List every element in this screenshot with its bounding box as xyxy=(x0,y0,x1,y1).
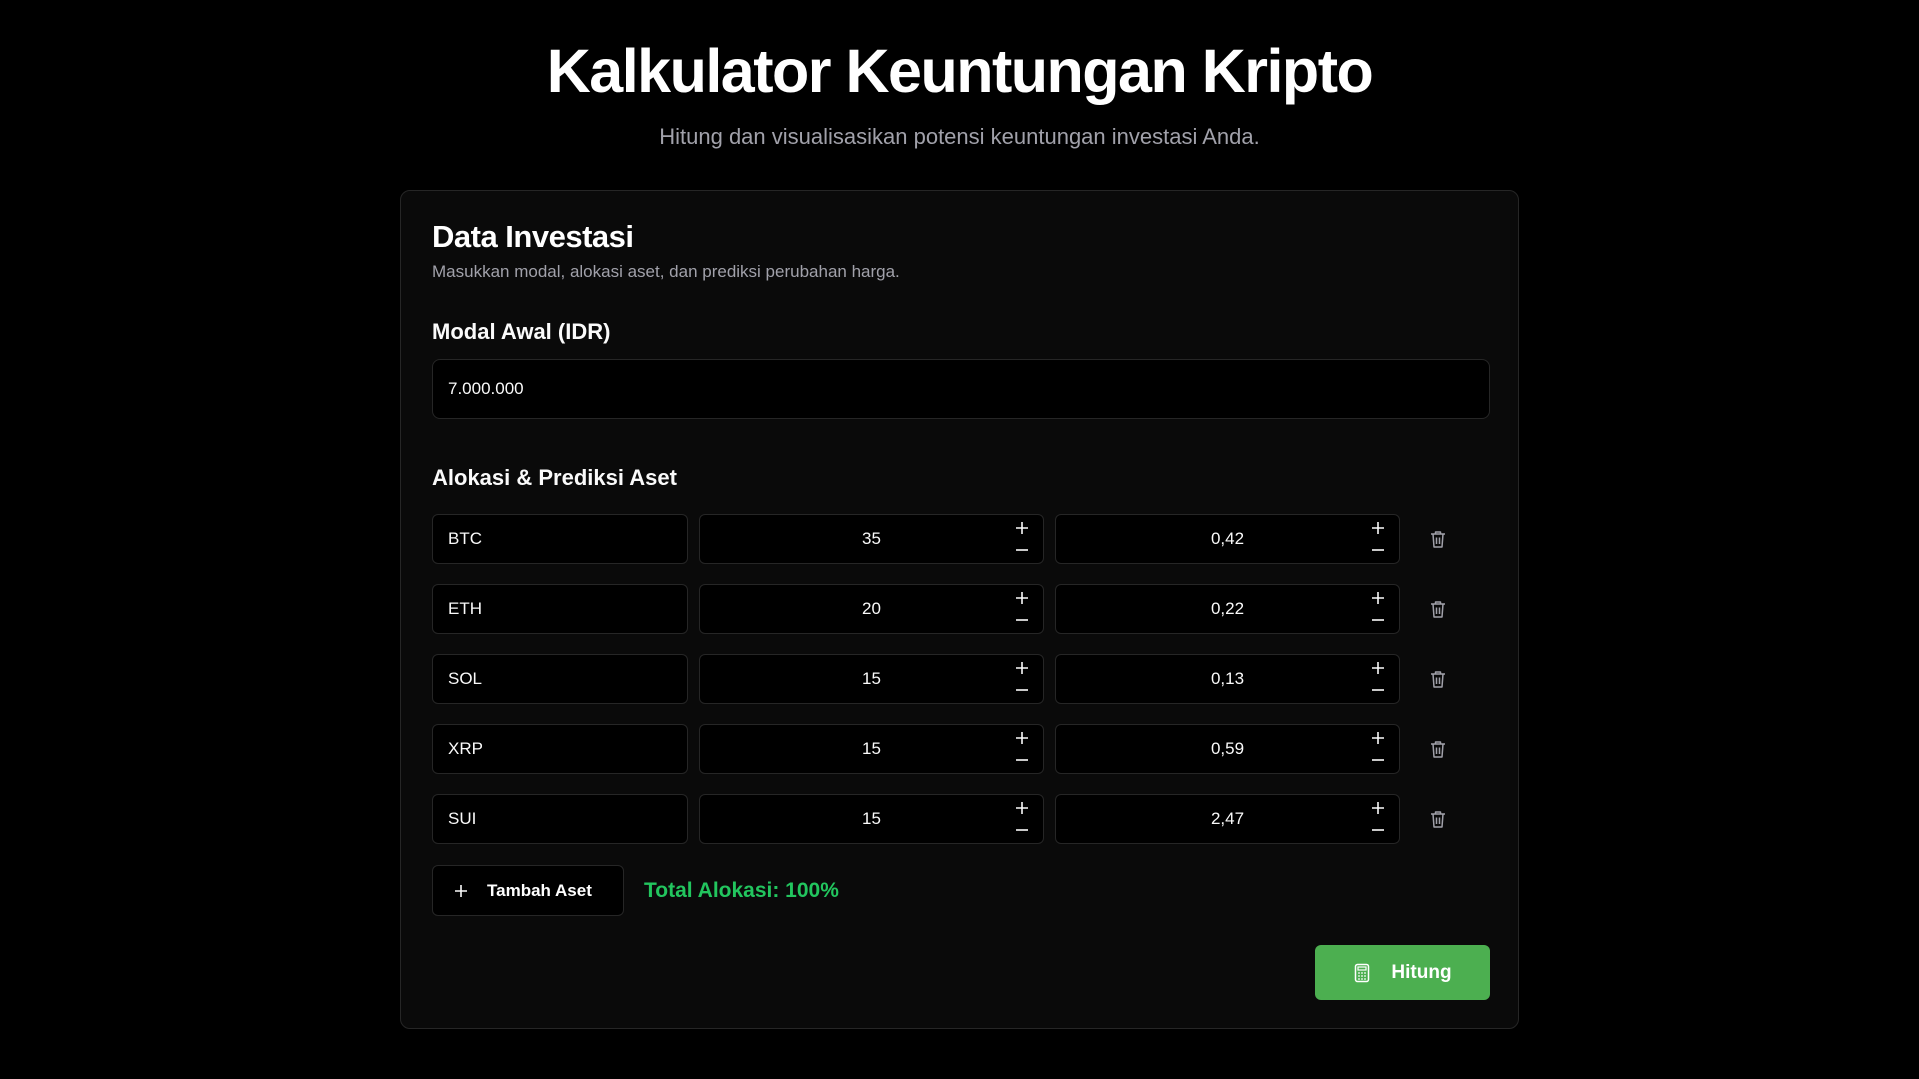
calculate-button[interactable]: Hitung xyxy=(1315,945,1490,1000)
asset-change-value: 2,47 xyxy=(1210,809,1245,828)
modal-input[interactable] xyxy=(432,359,1490,419)
minus-icon[interactable] xyxy=(1011,609,1033,631)
total-allocation: Total Alokasi: 100% xyxy=(644,879,839,902)
asset-row: XRP 15 0,59 xyxy=(432,724,1490,774)
asset-percent-input[interactable]: 15 xyxy=(699,654,1044,704)
percent-stepper xyxy=(1011,587,1033,631)
card-description: Masukkan modal, alokasi aset, dan predik… xyxy=(432,262,900,281)
page-subtitle: Hitung dan visualisasikan potensi keuntu… xyxy=(659,124,1260,149)
trash-icon[interactable] xyxy=(1425,596,1451,622)
asset-change-input[interactable]: 2,47 xyxy=(1055,794,1400,844)
trash-icon[interactable] xyxy=(1425,666,1451,692)
asset-change-value: 0,42 xyxy=(1210,529,1245,548)
percent-stepper xyxy=(1011,657,1033,701)
trash-icon[interactable] xyxy=(1425,526,1451,552)
asset-percent-input[interactable]: 35 xyxy=(699,514,1044,564)
asset-percent-input[interactable]: 15 xyxy=(699,724,1044,774)
plus-icon[interactable] xyxy=(1011,517,1033,539)
change-stepper xyxy=(1367,587,1389,631)
minus-icon[interactable] xyxy=(1367,609,1389,631)
asset-change-input[interactable]: 0,13 xyxy=(1055,654,1400,704)
trash-icon[interactable] xyxy=(1425,806,1451,832)
page-title: Kalkulator Keuntungan Kripto xyxy=(546,37,1374,105)
card-title: Data Investasi xyxy=(432,219,634,254)
plus-icon[interactable] xyxy=(1011,727,1033,749)
asset-name-input[interactable]: XRP xyxy=(432,724,688,774)
modal-label: Modal Awal (IDR) xyxy=(432,319,611,344)
calculator-icon xyxy=(1353,963,1371,983)
page: Kalkulator Keuntungan Kripto Hitung dan … xyxy=(0,0,1919,1079)
asset-name-input[interactable]: SUI xyxy=(432,794,688,844)
trash-icon[interactable] xyxy=(1425,736,1451,762)
asset-row: SUI 15 2,47 xyxy=(432,794,1490,844)
plus-icon[interactable] xyxy=(1367,587,1389,609)
percent-stepper xyxy=(1011,727,1033,771)
asset-row: ETH 20 0,22 xyxy=(432,584,1490,634)
asset-percent-input[interactable]: 15 xyxy=(699,794,1044,844)
investment-card: Data Investasi Masukkan modal, alokasi a… xyxy=(400,190,1519,1029)
asset-name-input[interactable]: SOL xyxy=(432,654,688,704)
asset-row: SOL 15 0,13 xyxy=(432,654,1490,704)
plus-icon[interactable] xyxy=(1011,797,1033,819)
asset-percent-value: 20 xyxy=(862,599,881,618)
minus-icon[interactable] xyxy=(1367,679,1389,701)
asset-row: BTC 35 0,42 xyxy=(432,514,1490,564)
add-asset-label: Tambah Aset xyxy=(487,880,592,900)
asset-change-value: 0,59 xyxy=(1210,739,1245,758)
change-stepper xyxy=(1367,517,1389,561)
calculate-label: Hitung xyxy=(1391,961,1452,983)
plus-icon[interactable] xyxy=(1367,727,1389,749)
asset-percent-value: 15 xyxy=(862,669,881,688)
add-asset-button[interactable]: Tambah Aset xyxy=(432,865,624,916)
asset-change-value: 0,13 xyxy=(1210,669,1245,688)
asset-change-value: 0,22 xyxy=(1210,599,1245,618)
asset-percent-value: 15 xyxy=(862,739,881,758)
change-stepper xyxy=(1367,727,1389,771)
minus-icon[interactable] xyxy=(1011,679,1033,701)
minus-icon[interactable] xyxy=(1367,539,1389,561)
plus-icon[interactable] xyxy=(1367,797,1389,819)
plus-icon[interactable] xyxy=(1367,517,1389,539)
percent-stepper xyxy=(1011,517,1033,561)
asset-name-input[interactable]: ETH xyxy=(432,584,688,634)
asset-name-input[interactable]: BTC xyxy=(432,514,688,564)
minus-icon[interactable] xyxy=(1367,819,1389,841)
plus-icon[interactable] xyxy=(1011,657,1033,679)
asset-change-input[interactable]: 0,42 xyxy=(1055,514,1400,564)
plus-icon[interactable] xyxy=(1011,587,1033,609)
plus-icon xyxy=(453,883,469,899)
minus-icon[interactable] xyxy=(1011,749,1033,771)
asset-change-input[interactable]: 0,59 xyxy=(1055,724,1400,774)
asset-percent-value: 35 xyxy=(862,529,881,548)
asset-percent-value: 15 xyxy=(862,809,881,828)
hero: Kalkulator Keuntungan Kripto Hitung dan … xyxy=(0,28,1919,152)
change-stepper xyxy=(1367,797,1389,841)
minus-icon[interactable] xyxy=(1011,819,1033,841)
minus-icon[interactable] xyxy=(1367,749,1389,771)
allocation-label: Alokasi & Prediksi Aset xyxy=(432,465,677,490)
percent-stepper xyxy=(1011,797,1033,841)
minus-icon[interactable] xyxy=(1011,539,1033,561)
change-stepper xyxy=(1367,657,1389,701)
asset-percent-input[interactable]: 20 xyxy=(699,584,1044,634)
asset-change-input[interactable]: 0,22 xyxy=(1055,584,1400,634)
plus-icon[interactable] xyxy=(1367,657,1389,679)
